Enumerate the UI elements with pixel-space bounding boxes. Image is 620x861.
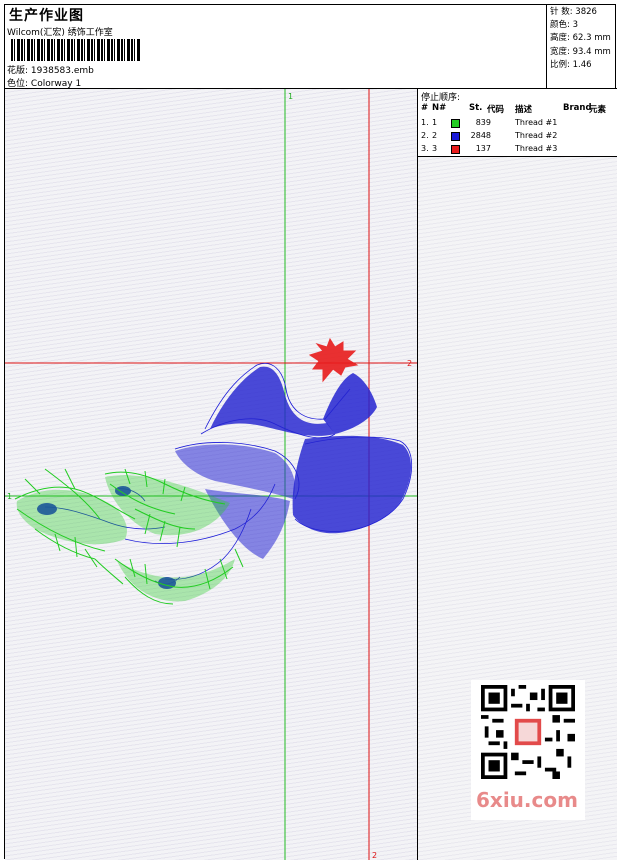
page-title: 生产作业图	[9, 8, 84, 24]
table-row: 3. 3 137 Thread #3	[421, 144, 558, 154]
stop-sequence-table: 停止顺序: # N# St. 代码 描述 Brand 元素 1. 1 839 T…	[418, 89, 617, 157]
file-label: 花版:	[7, 66, 29, 76]
col-stitches: St.	[469, 103, 483, 113]
table-row: 1. 1 839 Thread #1	[421, 118, 558, 128]
colorway-label: 色位:	[7, 79, 29, 89]
col-brand: Brand	[563, 103, 592, 113]
stat-scale: 比例: 1.46	[550, 59, 592, 70]
thread-2-fill	[37, 366, 412, 589]
col-n: N#	[432, 103, 447, 113]
col-code: 代码	[487, 105, 505, 115]
qr-code-icon	[481, 685, 575, 779]
thread-1-fill	[16, 475, 235, 602]
file-name: 1938583.emb	[30, 66, 94, 76]
thread-3-stitches	[308, 337, 359, 383]
stat-colors: 颜色: 3	[550, 20, 578, 31]
watermark-text: 6xiu.com	[476, 788, 578, 812]
color-swatch	[451, 132, 460, 141]
axis-1-top-label: 1	[288, 92, 293, 101]
col-index: #	[421, 103, 429, 113]
stats-panel: 针 数: 3826 颜色: 3 高度: 62.3 mm 宽度: 93.4 mm …	[546, 5, 617, 89]
color-swatch	[451, 119, 460, 128]
color-swatch	[451, 145, 460, 154]
stat-height: 高度: 62.3 mm	[550, 33, 611, 44]
header-panel: 生产作业图 Wilcom(汇宏) 绣饰工作室 花版: 1938583.emb 色…	[5, 5, 617, 89]
axis-1-left-label: 1	[7, 492, 12, 501]
colorway-line: 色位: Colorway 1	[7, 76, 81, 89]
embroidery-preview: 1 1 2 2	[5, 89, 417, 860]
stat-stitches: 针 数: 3826	[550, 7, 597, 17]
colorway-name: Colorway 1	[30, 79, 82, 89]
studio-subtitle: Wilcom(汇宏) 绣饰工作室	[7, 28, 113, 38]
barcode-image	[11, 39, 141, 61]
design-canvas: 1 1 2 2	[5, 89, 418, 860]
axis-2-right-label: 2	[407, 359, 412, 368]
col-element: 元素	[589, 105, 607, 115]
axis-2-bottom-label: 2	[372, 851, 377, 860]
table-row: 2. 2 2848 Thread #2	[421, 131, 558, 141]
col-desc: 描述	[515, 105, 533, 115]
file-line: 花版: 1938583.emb	[7, 63, 94, 76]
stop-sequence-heading: 停止顺序:	[421, 93, 461, 103]
stat-width: 宽度: 93.4 mm	[550, 46, 611, 57]
